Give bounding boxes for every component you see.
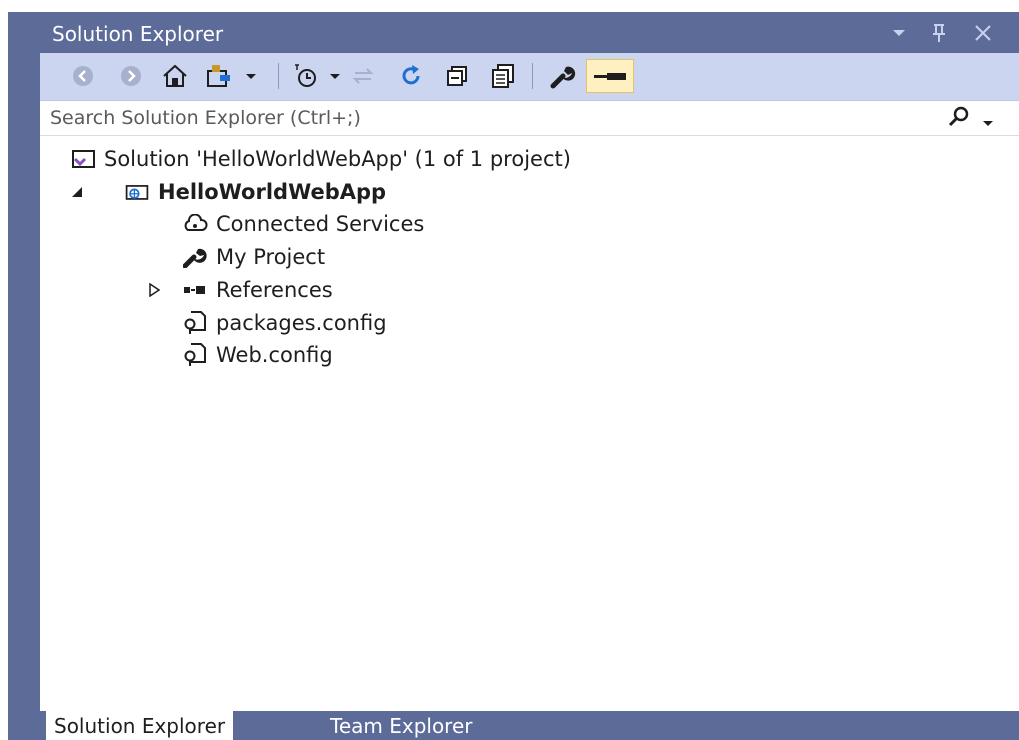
solution-explorer-panel: Solution Explorer Search Solution Explor… (40, 12, 1019, 740)
config-file-icon (182, 310, 208, 336)
tab-solution-explorer[interactable]: Solution Explorer (46, 711, 234, 740)
forward-icon[interactable] (114, 59, 148, 93)
refresh-icon[interactable] (394, 59, 428, 93)
pin-icon[interactable] (924, 18, 954, 48)
cloud-services-icon (182, 211, 208, 237)
pending-changes-icon[interactable] (288, 59, 352, 93)
tree-item-label: Web.config (216, 343, 333, 367)
search-bar (40, 101, 1019, 136)
window-frame-top (0, 0, 1019, 12)
panel-titlebar: Solution Explorer (40, 12, 1019, 53)
properties-icon[interactable] (546, 59, 580, 93)
project-label: HelloWorldWebApp (158, 180, 387, 204)
search-icon[interactable] (948, 106, 970, 132)
toolbar (40, 53, 1019, 101)
config-file-icon (182, 342, 208, 368)
search-input[interactable] (50, 106, 930, 130)
toolbar-separator (532, 63, 533, 89)
tree-item-packages-config[interactable]: packages.config (182, 308, 387, 338)
wrench-icon (182, 244, 208, 270)
toolbar-separator (278, 63, 279, 89)
panel-title: Solution Explorer (52, 22, 224, 46)
references-icon (182, 277, 208, 303)
solution-icon (70, 146, 96, 172)
home-icon[interactable] (158, 59, 192, 93)
show-all-files-icon[interactable] (486, 59, 520, 93)
bottom-tab-strip: Solution Explorer Team Explorer (40, 711, 1019, 740)
tree-item-references[interactable]: References (148, 275, 333, 305)
tree-item-label: References (216, 278, 333, 302)
tree-item-connected-services[interactable]: Connected Services (182, 209, 424, 239)
tab-team-explorer[interactable]: Team Explorer (322, 711, 481, 740)
tree-node-solution[interactable]: Solution 'HelloWorldWebApp' (1 of 1 proj… (70, 144, 571, 174)
close-icon[interactable] (968, 18, 998, 48)
switch-views-icon[interactable] (204, 59, 264, 93)
tree-item-web-config[interactable]: Web.config (182, 340, 333, 370)
web-project-icon (124, 179, 150, 205)
tree-node-project[interactable]: HelloWorldWebApp (70, 177, 386, 207)
search-options-dropdown-icon[interactable] (982, 113, 994, 132)
back-icon[interactable] (66, 59, 100, 93)
collapse-arrow-icon[interactable] (70, 185, 110, 199)
solution-label: Solution 'HelloWorldWebApp' (1 of 1 proj… (104, 147, 571, 171)
window-frame-left (0, 12, 8, 740)
tree-item-label: Connected Services (216, 212, 425, 236)
window-position-dropdown-icon[interactable] (884, 18, 914, 48)
tree-item-label: My Project (216, 245, 326, 269)
sync-icon[interactable] (346, 59, 380, 93)
tree-item-my-project[interactable]: My Project (182, 242, 325, 272)
tree-item-label: packages.config (216, 311, 387, 335)
collapse-all-icon[interactable] (440, 59, 474, 93)
expand-arrow-icon[interactable] (148, 283, 182, 297)
preview-selected-icon[interactable] (586, 59, 634, 93)
left-dock-strip (8, 12, 40, 740)
